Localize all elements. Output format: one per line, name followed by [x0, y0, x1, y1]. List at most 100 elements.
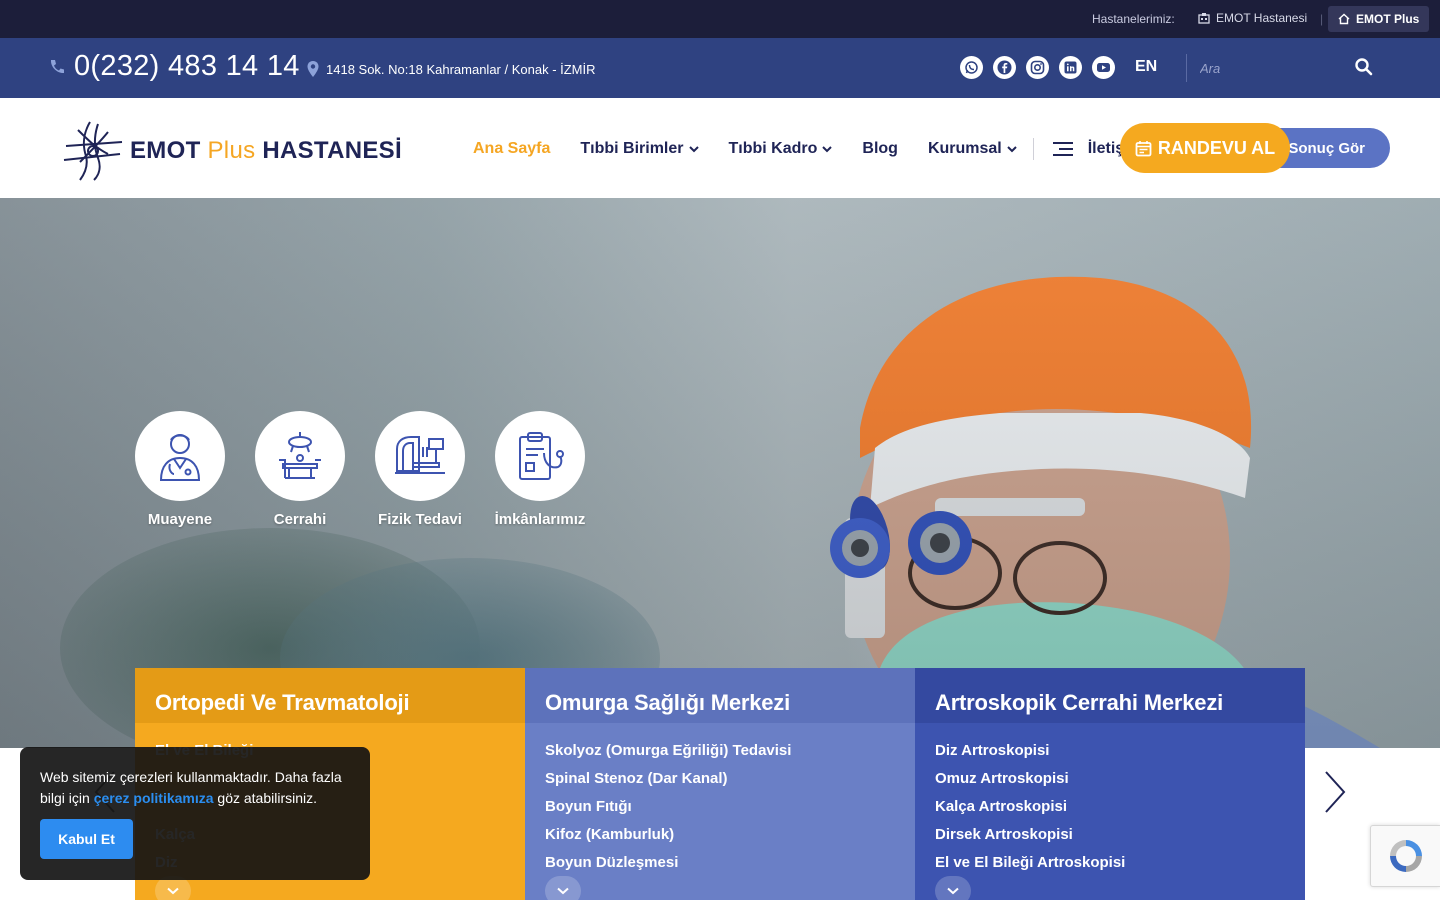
instagram-icon[interactable]	[1026, 56, 1049, 79]
nav-item-blog[interactable]: Blog	[862, 140, 898, 158]
department-card-arthroscopy: Artroskopik Cerrahi Merkezi Diz Artrosko…	[915, 668, 1305, 900]
feature-surgery[interactable]: Cerrahi	[255, 411, 345, 528]
nav-item-corporate[interactable]: Kurumsal	[928, 140, 1017, 158]
chevron-down-icon	[947, 887, 959, 895]
cookie-message: Web sitemiz çerezleri kullanmaktadır. Da…	[40, 767, 350, 809]
slider-next-arrow-icon[interactable]	[1322, 770, 1348, 814]
phone-link[interactable]: 0(232) 483 14 14	[48, 50, 300, 83]
social-links	[960, 56, 1115, 79]
appointment-button[interactable]: RANDEVU AL	[1120, 123, 1290, 173]
show-more-button[interactable]	[545, 876, 581, 900]
calendar-icon	[1135, 140, 1152, 156]
home-icon	[1338, 13, 1350, 25]
hospital-link-emot-label: EMOT Hastanesi	[1216, 11, 1308, 25]
search-input[interactable]	[1200, 56, 1350, 80]
menu-lines-icon	[1052, 142, 1073, 156]
logo-text-emot: EMOT	[130, 137, 201, 164]
department-link[interactable]: Boyun Düzleşmesi	[545, 849, 895, 877]
chevron-down-icon	[557, 887, 569, 895]
logo-text-hastanesi: HASTANESİ	[262, 137, 402, 164]
feature-examination-label: Muayene	[147, 511, 213, 528]
recaptcha-badge[interactable]	[1370, 825, 1440, 887]
logo-text-plus: Plus	[207, 137, 256, 164]
feature-facilities-label: İmkânlarımız	[494, 511, 586, 528]
top-bar: Hastanelerimiz: EMOT Hastanesi | EMOT Pl…	[0, 0, 1440, 38]
hospital-building-icon	[1198, 13, 1210, 24]
department-card-spine: Omurga Sağlığı Merkezi Skolyoz (Omurga E…	[525, 668, 915, 900]
topbar-separator: |	[1320, 12, 1324, 26]
department-link[interactable]: El ve El Bileği Artroskopisi	[935, 849, 1285, 877]
cookie-policy-link[interactable]: çerez politikamıza	[94, 790, 214, 806]
show-more-button[interactable]	[935, 876, 971, 900]
hero-banner: Muayene Cerrahi Fizik Tedavi İmkânlarımı…	[0, 198, 1440, 748]
feature-physiotherapy[interactable]: Fizik Tedavi	[375, 411, 465, 528]
info-bar: 0(232) 483 14 14 1418 Sok. No:18 Kahrama…	[0, 38, 1440, 98]
nav-item-blog-label: Blog	[862, 140, 898, 157]
cookie-text-end: göz atabilirsiniz.	[213, 790, 318, 806]
feature-shortcuts: Muayene Cerrahi Fizik Tedavi İmkânlarımı…	[135, 411, 585, 528]
department-link[interactable]: Diz Artroskopisi	[935, 737, 1285, 765]
nav-item-medical-units[interactable]: Tıbbi Birimler	[580, 140, 699, 158]
recaptcha-icon	[1389, 840, 1422, 872]
main-nav: Ana Sayfa Tıbbi Birimler Tıbbi Kadro Blo…	[473, 138, 1143, 160]
doctor-icon	[159, 434, 201, 481]
phone-icon	[50, 59, 64, 73]
logo-mark-icon	[63, 121, 123, 181]
chevron-down-icon	[167, 887, 179, 895]
chevron-down-icon	[1007, 146, 1017, 153]
chevron-down-icon	[688, 146, 699, 153]
department-card-title[interactable]: Ortopedi Ve Travmatoloji	[135, 668, 525, 723]
department-link[interactable]: Spinal Stenoz (Dar Kanal)	[545, 765, 895, 793]
feature-facilities[interactable]: İmkânlarımız	[495, 411, 585, 528]
feature-physiotherapy-label: Fizik Tedavi	[378, 511, 462, 528]
youtube-icon[interactable]	[1092, 56, 1115, 79]
nav-item-home[interactable]: Ana Sayfa	[473, 140, 550, 158]
nav-item-home-label: Ana Sayfa	[473, 140, 551, 157]
department-link[interactable]: Omuz Artroskopisi	[935, 765, 1285, 793]
feature-circle	[495, 411, 585, 501]
nav-divider	[1032, 138, 1034, 160]
cookie-banner: Web sitemiz çerezleri kullanmaktadır. Da…	[20, 747, 370, 880]
department-link[interactable]: Skolyoz (Omurga Eğriliği) Tedavisi	[545, 737, 895, 765]
map-pin-icon	[307, 61, 319, 77]
appointment-button-label: RANDEVU AL	[1157, 137, 1276, 158]
cookie-accept-button[interactable]: Kabul Et	[40, 819, 133, 859]
chevron-down-icon	[822, 146, 833, 153]
clipboard-stethoscope-icon	[519, 432, 564, 480]
search-icon[interactable]	[1354, 57, 1374, 77]
feature-circle	[255, 411, 345, 501]
hospital-link-emot-plus[interactable]: EMOT Plus	[1328, 6, 1430, 32]
address-text: 1418 Sok. No:18 Kahramanlar / Konak - İZ…	[326, 61, 596, 77]
infobar-divider	[1186, 54, 1187, 82]
department-link[interactable]: Dirsek Artroskopisi	[935, 821, 1285, 849]
whatsapp-icon[interactable]	[960, 56, 983, 79]
hospital-link-emot[interactable]: EMOT Hastanesi	[1198, 11, 1307, 25]
department-link[interactable]: Kifoz (Kamburluk)	[545, 821, 895, 849]
department-card-title[interactable]: Artroskopik Cerrahi Merkezi	[915, 668, 1305, 723]
department-card-title[interactable]: Omurga Sağlığı Merkezi	[525, 668, 915, 723]
linkedin-icon[interactable]	[1059, 56, 1082, 79]
language-switch[interactable]: EN	[1135, 58, 1157, 76]
department-card-list: Skolyoz (Omurga Eğriliği) Tedavisi Spina…	[525, 723, 915, 877]
facebook-icon[interactable]	[993, 56, 1016, 79]
results-button-label: Sonuç Gör	[1288, 139, 1365, 157]
feature-examination[interactable]: Muayene	[135, 411, 225, 528]
feature-circle	[135, 411, 225, 501]
nav-item-medical-units-label: Tıbbi Birimler	[580, 140, 684, 157]
address: 1418 Sok. No:18 Kahramanlar / Konak - İZ…	[306, 60, 596, 78]
phone-number: 0(232) 483 14 14	[74, 50, 300, 82]
feature-circle	[375, 411, 465, 501]
logo-text: EMOT Plus HASTANESİ	[130, 137, 402, 165]
nav-item-corporate-label: Kurumsal	[927, 140, 1002, 157]
department-link[interactable]: Kalça Artroskopisi	[935, 793, 1285, 821]
surgery-table-icon	[279, 432, 321, 479]
nav-item-medical-staff-label: Tıbbi Kadro	[728, 140, 818, 157]
feature-surgery-label: Cerrahi	[273, 511, 327, 528]
nav-item-medical-staff[interactable]: Tıbbi Kadro	[729, 140, 833, 158]
hospitals-label: Hastanelerimiz:	[1092, 12, 1175, 26]
department-link[interactable]: Boyun Fıtığı	[545, 793, 895, 821]
site-logo[interactable]: EMOT Plus HASTANESİ	[60, 118, 402, 184]
hospital-link-emot-plus-label: EMOT Plus	[1356, 12, 1420, 26]
department-card-list: Diz Artroskopisi Omuz Artroskopisi Kalça…	[915, 723, 1305, 877]
mri-scanner-icon	[395, 436, 445, 474]
